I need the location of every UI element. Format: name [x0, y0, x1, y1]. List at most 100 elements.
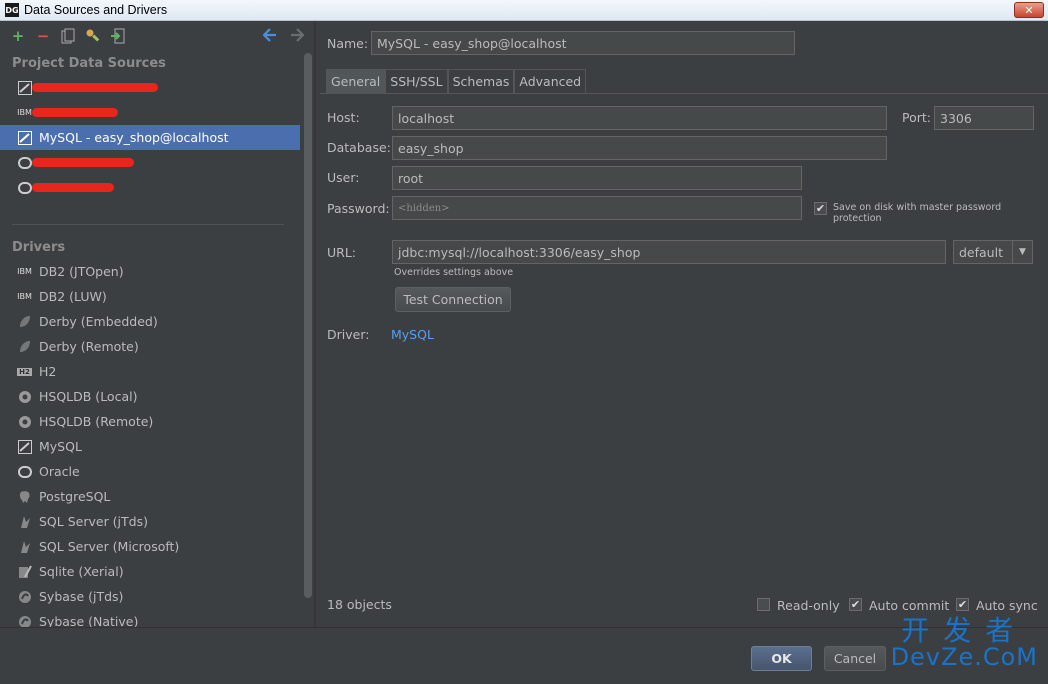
watermark-line-1: 开发者 — [901, 614, 1028, 647]
user-label: User: — [327, 170, 360, 185]
left-scrollbar[interactable] — [303, 51, 313, 627]
postgresql-icon — [17, 490, 32, 504]
driver-item[interactable]: MySQL — [0, 434, 300, 459]
driver-item[interactable]: HSQLDB (Local) — [0, 384, 300, 409]
section-separator — [12, 224, 284, 225]
driver-item[interactable]: Sqlite (Xerial) — [0, 559, 300, 584]
remove-icon[interactable]: − — [34, 27, 52, 45]
driver-label: DB2 (LUW) — [39, 289, 107, 304]
driver-item[interactable]: PostgreSQL — [0, 484, 300, 509]
port-field[interactable]: 3306 — [934, 106, 1034, 130]
sybase-icon — [17, 590, 32, 604]
url-mode-select[interactable]: default ▼ — [953, 240, 1033, 264]
scrollbar-thumb[interactable] — [304, 53, 312, 598]
redaction-mark — [32, 158, 134, 167]
add-icon[interactable]: + — [9, 27, 27, 45]
tab-general[interactable]: General — [326, 69, 386, 93]
mysql-icon — [17, 439, 32, 454]
url-mode-value: default — [959, 244, 1003, 260]
driver-label: DB2 (JTOpen) — [39, 264, 124, 279]
close-window-button[interactable]: ✕ — [1014, 2, 1044, 18]
driver-label: HSQLDB (Local) — [39, 389, 138, 404]
drivers-header: Drivers — [12, 239, 66, 255]
password-field[interactable]: <hidden> — [392, 196, 802, 220]
test-connection-button[interactable]: Test Connection — [395, 287, 511, 312]
forward-arrow-icon[interactable] — [288, 26, 306, 44]
save-password-checkbox[interactable]: ✔ — [814, 202, 827, 215]
driver-link[interactable]: MySQL — [391, 327, 434, 342]
driver-item[interactable]: Oracle — [0, 459, 300, 484]
datagrip-app-icon: DG — [5, 3, 19, 17]
properties-icon[interactable] — [84, 27, 102, 45]
password-label: Password: — [327, 201, 390, 216]
driver-label: Sybase (Native) — [39, 614, 139, 627]
auto-commit-checkbox[interactable]: ✔ — [849, 598, 862, 611]
driver-item[interactable]: Derby (Embedded) — [0, 309, 300, 334]
url-field[interactable]: jdbc:mysql://localhost:3306/easy_shop — [392, 240, 946, 264]
import-icon[interactable] — [109, 27, 127, 45]
driver-item[interactable]: Derby (Remote) — [0, 334, 300, 359]
auto-sync-label: Auto sync — [976, 598, 1038, 613]
cancel-button[interactable]: Cancel — [824, 646, 886, 671]
mysql-icon — [17, 130, 32, 145]
driver-item[interactable]: HSQLDB (Remote) — [0, 409, 300, 434]
name-field[interactable]: MySQL - easy_shop@localhost — [371, 31, 795, 55]
drivers-list: IBM DB2 (JTOpen) IBM DB2 (LUW) Derby (Embe… — [0, 259, 314, 627]
derby-icon — [17, 340, 32, 354]
driver-label: Derby (Remote) — [39, 339, 139, 354]
derby-icon — [17, 315, 32, 329]
driver-item[interactable]: Sybase (jTds) — [0, 584, 300, 609]
read-only-label: Read-only — [777, 598, 840, 613]
duplicate-icon[interactable] — [59, 27, 77, 45]
back-arrow-icon[interactable] — [261, 26, 279, 44]
left-toolbar: + − — [0, 21, 314, 51]
driver-item[interactable]: H2 H2 — [0, 359, 300, 384]
save-password-label: Save on disk with master password protec… — [833, 202, 1002, 224]
sybase-icon — [17, 615, 32, 627]
driver-item[interactable]: SQL Server (jTds) — [0, 509, 300, 534]
sqlserver-icon — [17, 515, 32, 529]
oracle-icon — [17, 181, 32, 195]
user-field[interactable]: root — [392, 166, 802, 190]
redaction-mark — [32, 83, 158, 92]
ok-button[interactable]: OK — [751, 646, 812, 671]
data-source-properties-panel: Name: MySQL - easy_shop@localhost Genera… — [316, 21, 1048, 627]
host-field[interactable]: localhost — [392, 106, 887, 130]
data-source-item[interactable]: IBM — [0, 100, 300, 125]
ibm-icon: IBM — [17, 267, 32, 276]
auto-commit-label: Auto commit — [869, 598, 950, 613]
driver-label: Oracle — [39, 464, 80, 479]
tab-advanced[interactable]: Advanced — [514, 69, 587, 93]
chevron-down-icon: ▼ — [1012, 241, 1032, 263]
data-source-item-selected[interactable]: MySQL - easy_shop@localhost — [0, 125, 300, 150]
driver-item[interactable]: Sybase (Native) — [0, 609, 300, 627]
host-label: Host: — [327, 110, 360, 125]
mysql-icon — [17, 80, 32, 95]
auto-sync-checkbox[interactable]: ✔ — [956, 598, 969, 611]
database-field[interactable]: easy_shop — [392, 136, 887, 160]
oracle-icon — [17, 465, 32, 479]
data-source-item[interactable] — [0, 150, 300, 175]
data-source-item[interactable] — [0, 175, 300, 200]
tab-ssh-ssl[interactable]: SSH/SSL — [385, 69, 448, 93]
tab-schemas[interactable]: Schemas — [447, 69, 515, 93]
read-only-checkbox[interactable] — [757, 598, 770, 611]
database-label: Database: — [327, 140, 391, 155]
overrides-note: Overrides settings above — [394, 267, 514, 278]
properties-tabs: General SSH/SSL Schemas Advanced — [326, 69, 587, 93]
window-title: Data Sources and Drivers — [24, 3, 168, 17]
driver-label: HSQLDB (Remote) — [39, 414, 154, 429]
name-label: Name: — [327, 36, 369, 51]
data-source-item[interactable] — [0, 75, 300, 100]
objects-count: 18 objects — [327, 597, 392, 612]
hsqldb-icon — [17, 415, 32, 429]
project-sources-list: IBM MySQL - easy_shop@localhost — [0, 75, 314, 200]
data-sources-panel: + − Project Data Sources IBM MySQL - eas… — [0, 21, 314, 627]
driver-label: SQL Server (jTds) — [39, 514, 148, 529]
driver-label: SQL Server (Microsoft) — [39, 539, 180, 554]
redaction-mark — [32, 108, 118, 117]
driver-item[interactable]: SQL Server (Microsoft) — [0, 534, 300, 559]
driver-item[interactable]: IBM DB2 (LUW) — [0, 284, 300, 309]
driver-item[interactable]: IBM DB2 (JTOpen) — [0, 259, 300, 284]
ibm-icon: IBM — [17, 292, 32, 301]
